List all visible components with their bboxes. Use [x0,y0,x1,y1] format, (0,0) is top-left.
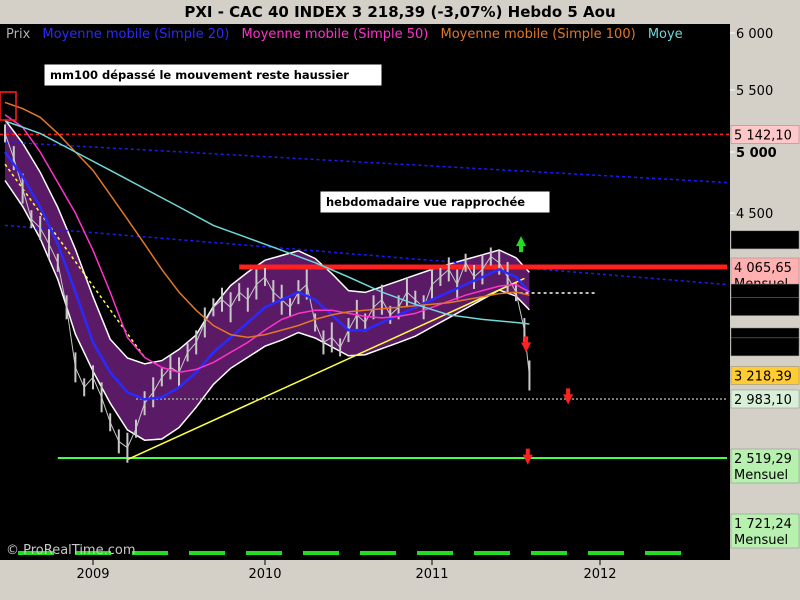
volume-segment [246,551,282,555]
volume-segment [189,551,225,555]
price-tag-value: 1 721,24 [734,517,792,532]
legend-item-ma20: Moyenne mobile (Simple 20) [42,27,229,42]
price-tag-t2983: 2 983,10 [730,389,800,409]
legend-item-price: Prix [6,27,31,42]
volume-segment [531,551,567,555]
legend: Prix Moyenne mobile (Simple 20) Moyenne … [6,27,683,42]
x-axis-area [0,560,800,600]
y-tick-label: 5 000 [736,146,777,161]
legend-item-ma50: Moyenne mobile (Simple 50) [241,27,428,42]
copyright-text: © ProRealTime.com [6,543,136,558]
chart: PXI - CAC 40 INDEX 3 218,39 (-3,07%) Heb… [0,0,800,600]
price-tag-sub: Mensuel [734,533,788,548]
price-tag-value: 2 519,29 [734,452,792,467]
legend-item-ma-other: Moye [648,27,683,42]
chart-window: PXI - CAC 40 INDEX 3 218,39 (-3,07%) Heb… [0,0,800,600]
legend-item-ma100: Moyenne mobile (Simple 100) [441,27,636,42]
volume-segment [132,551,168,555]
x-tick-label: 2009 [76,567,109,582]
price-tag-t1721: 1 721,24Mensuel [730,513,800,549]
price-tag-value: 3 218,39 [734,370,792,385]
price-tag-value: 3 804,8 [734,301,784,316]
price-tag-top-tag: 5 142,10 [730,125,800,144]
price-tag-sub: Mensuel [734,468,788,483]
price-tag-t3218: 3 218,39 [730,366,800,385]
y-tick-label: 6 000 [736,27,773,42]
volume-segment [645,551,681,555]
y-tick-label: 4 500 [736,207,773,222]
price-tag-value: 5 142,10 [734,128,792,143]
x-tick-label: 2010 [248,567,281,582]
price-tag-value: 3 505,4 [734,341,784,356]
volume-segment [474,551,510,555]
price-tag-value: 4 065,65 [734,261,792,276]
chart-title: PXI - CAC 40 INDEX 3 218,39 (-3,07%) Heb… [184,3,615,21]
price-tag-t2519: 2 519,29Mensuel [730,448,800,484]
price-tag-t4284: 4 284,2 [730,230,800,250]
annotation-weekly: hebdomadaire vue rapprochée [326,195,525,209]
price-tag-t3804: 3 804,8 [730,297,800,316]
price-tag-value: 2 983,10 [734,393,792,408]
volume-segment [417,551,453,555]
volume-segment [303,551,339,555]
price-tag-value: 4 284,2 [734,234,784,249]
price-tag-t3505: 3 505,4 [730,337,800,357]
volume-segment [588,551,624,555]
x-tick-label: 2012 [583,567,616,582]
volume-segment [360,551,396,555]
annotation-mm100: mm100 dépassé le mouvement reste haussie… [50,68,349,82]
y-tick-label: 5 500 [736,84,773,99]
x-tick-label: 2011 [415,567,448,582]
